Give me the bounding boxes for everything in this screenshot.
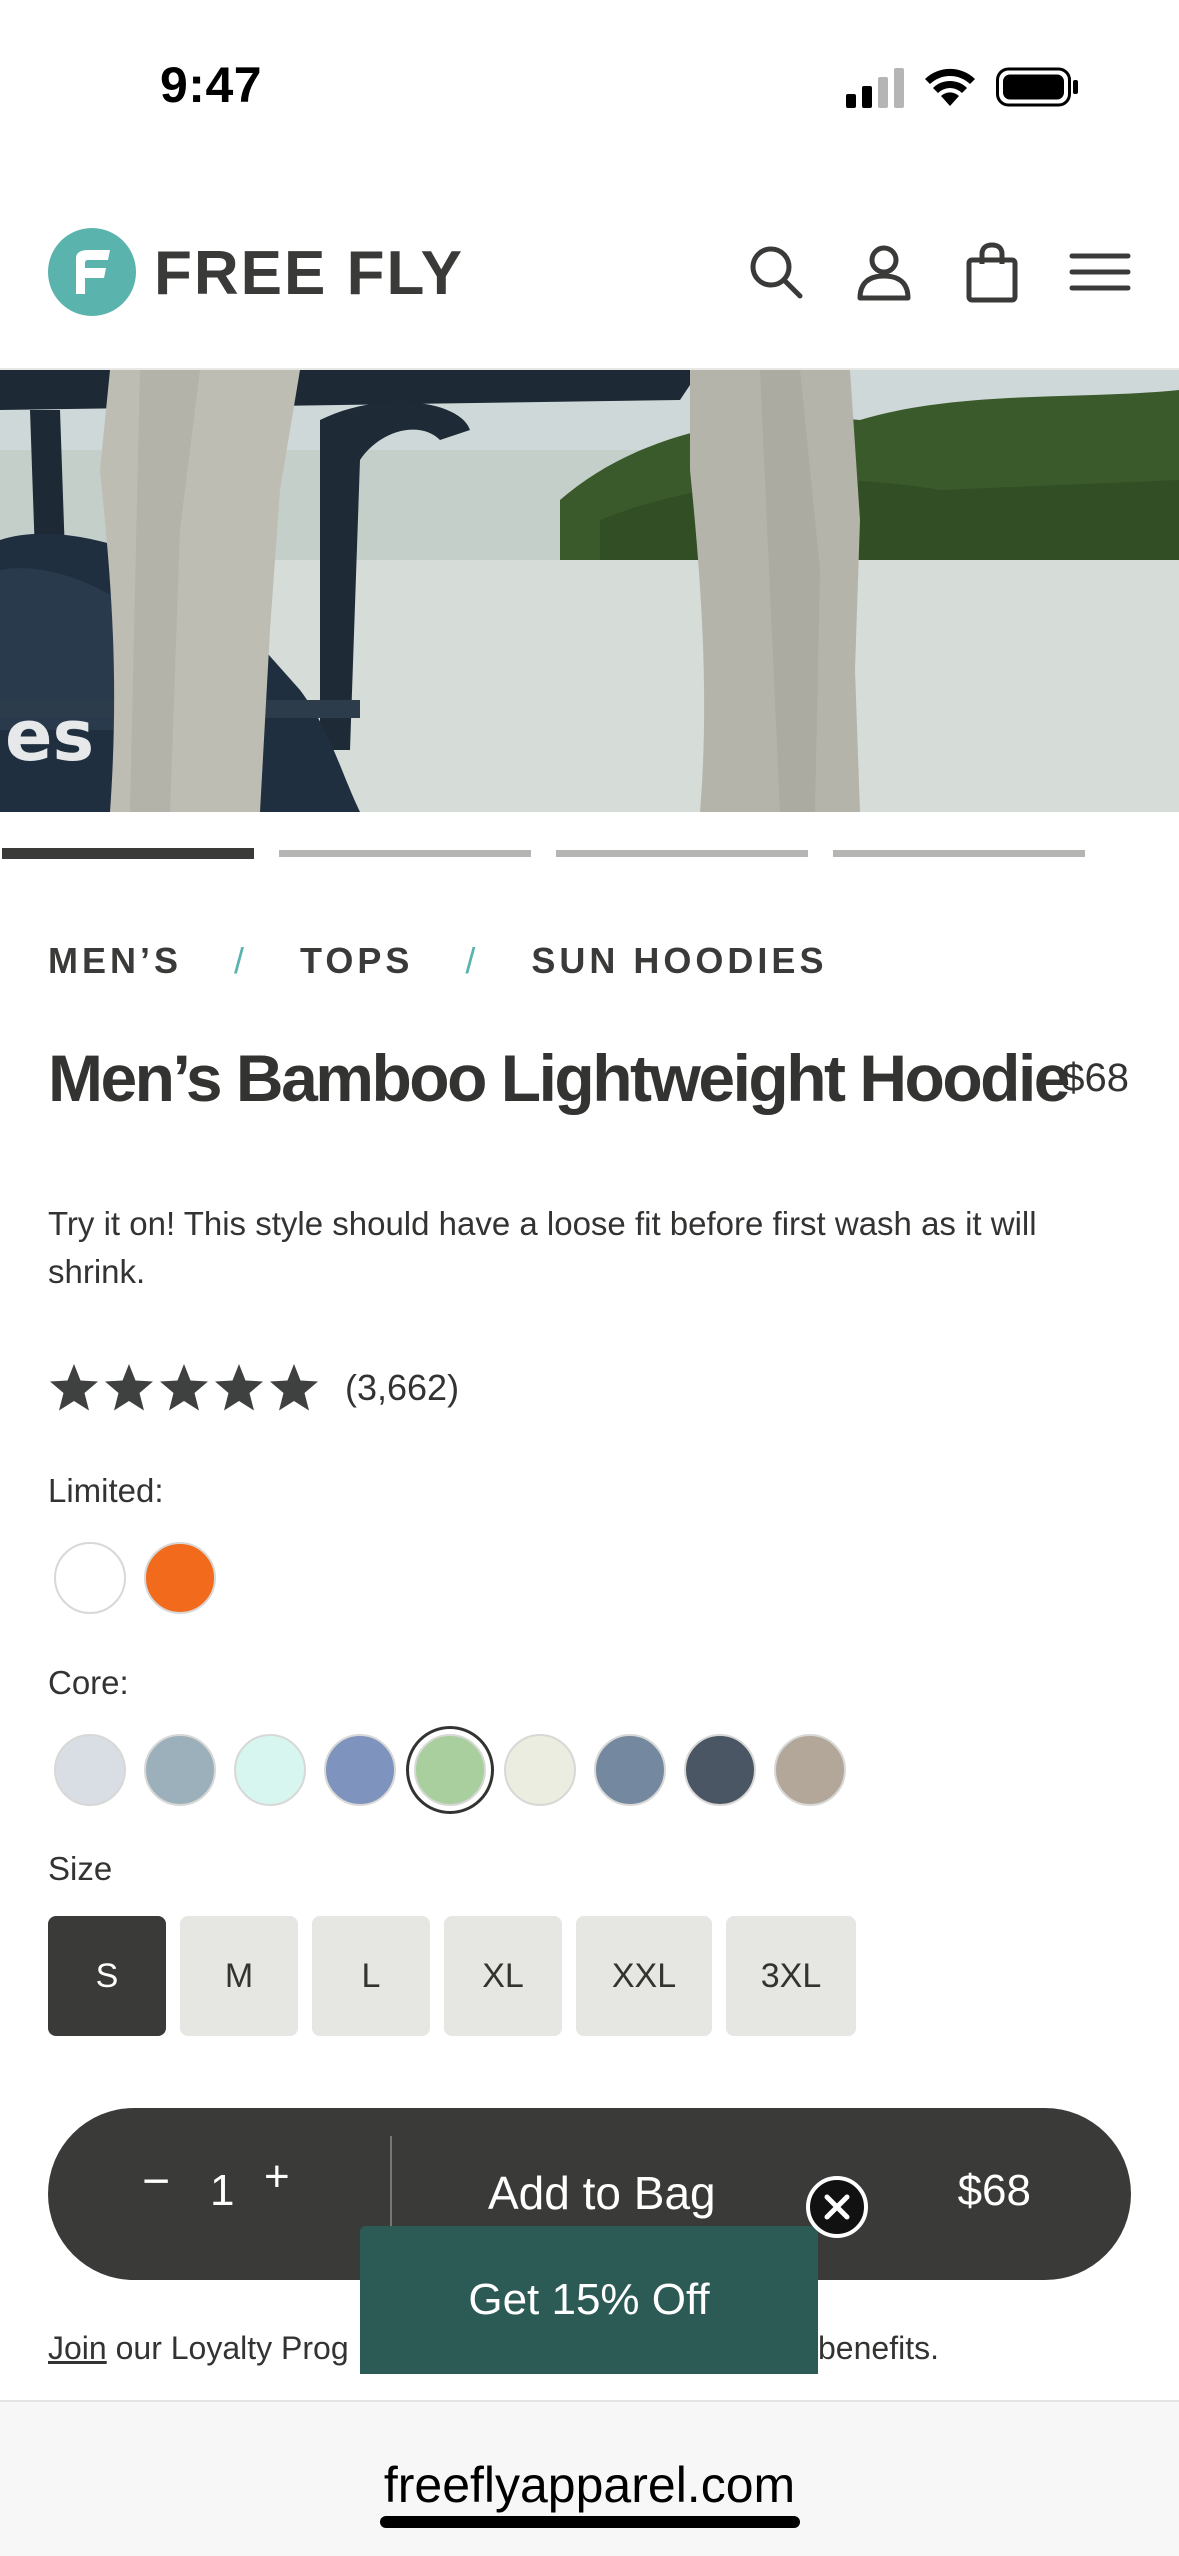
size-label: Size bbox=[48, 1850, 113, 1887]
limited-colors-label: Limited: bbox=[48, 1472, 164, 1509]
carousel-dot-1[interactable] bbox=[2, 848, 254, 859]
product-price: $68 bbox=[1062, 1056, 1129, 1100]
carousel-dot-4[interactable] bbox=[833, 850, 1085, 857]
color-swatch[interactable] bbox=[406, 1726, 494, 1814]
review-count[interactable]: (3,662) bbox=[345, 1367, 459, 1409]
carousel-dot-3[interactable] bbox=[556, 850, 808, 857]
fit-note: Try it on! This style should have a loos… bbox=[48, 1205, 1037, 1290]
loyalty-text-start: our Loyalty Prog bbox=[106, 2330, 349, 2366]
color-swatch[interactable] bbox=[504, 1734, 576, 1806]
color-swatch[interactable] bbox=[234, 1734, 306, 1806]
wifi-icon bbox=[925, 68, 975, 106]
status-time: 9:47 bbox=[160, 57, 263, 113]
home-indicator[interactable] bbox=[380, 2516, 800, 2528]
url-text[interactable]: freeflyapparel.com bbox=[0, 2456, 1179, 2514]
browser-address-bar[interactable]: freeflyapparel.com bbox=[0, 2400, 1179, 2556]
breadcrumb-mens[interactable]: MEN’S bbox=[48, 940, 182, 982]
size-option-m[interactable]: M bbox=[180, 1916, 298, 2036]
product-photo: es bbox=[0, 370, 1179, 812]
brand-name[interactable]: FREE FLY bbox=[154, 238, 464, 309]
star-icon bbox=[270, 1364, 318, 1411]
breadcrumb-tops[interactable]: TOPS bbox=[300, 940, 413, 982]
quantity-increase-button[interactable]: + bbox=[264, 2152, 290, 2202]
size-option-s[interactable]: S bbox=[48, 1916, 166, 2036]
color-swatch[interactable] bbox=[144, 1542, 216, 1614]
color-swatch[interactable] bbox=[774, 1734, 846, 1806]
color-swatch[interactable] bbox=[324, 1734, 396, 1806]
close-promo-button[interactable] bbox=[806, 2176, 868, 2238]
size-option-l[interactable]: L bbox=[312, 1916, 430, 2036]
menu-icon[interactable] bbox=[1068, 240, 1132, 304]
product-title: Men’s Bamboo Lightweight Hoodie bbox=[48, 1041, 1071, 1115]
loyalty-text: Join our Loyalty Prog bbox=[48, 2330, 349, 2367]
discount-promo-button[interactable]: Get 15% Off bbox=[360, 2226, 818, 2374]
rating[interactable]: (3,662) bbox=[48, 1358, 459, 1418]
promo-label: Get 15% Off bbox=[468, 2275, 710, 2324]
shopping-bag-icon[interactable] bbox=[960, 240, 1024, 304]
search-icon[interactable] bbox=[744, 240, 808, 304]
breadcrumb-separator: / bbox=[234, 940, 249, 981]
quantity-value: 1 bbox=[210, 2166, 235, 2215]
status-bar: 9:47 bbox=[0, 0, 1179, 150]
core-colors-label: Core: bbox=[48, 1664, 129, 1701]
cellular-signal-icon bbox=[846, 68, 904, 108]
star-icon bbox=[105, 1364, 153, 1411]
carousel-dot-2[interactable] bbox=[279, 850, 531, 857]
color-swatch[interactable] bbox=[54, 1542, 126, 1614]
battery-icon bbox=[996, 67, 1078, 107]
close-icon bbox=[824, 2194, 850, 2220]
carousel-indicators bbox=[2, 848, 1179, 860]
loyalty-text-end: benefits. bbox=[818, 2330, 939, 2366]
color-swatch[interactable] bbox=[594, 1734, 666, 1806]
quantity-decrease-button[interactable]: − bbox=[142, 2154, 170, 2209]
product-image[interactable]: es bbox=[0, 370, 1179, 812]
color-swatch[interactable] bbox=[54, 1734, 126, 1806]
join-loyalty-link[interactable]: Join bbox=[48, 2330, 107, 2366]
size-option-xl[interactable]: XL bbox=[444, 1916, 562, 2036]
add-to-bag-price: $68 bbox=[957, 2166, 1031, 2215]
star-icon bbox=[50, 1364, 98, 1411]
color-swatch[interactable] bbox=[144, 1734, 216, 1806]
size-option-xxl[interactable]: XXL bbox=[576, 1916, 712, 2036]
account-icon[interactable] bbox=[852, 240, 916, 304]
breadcrumb-sun-hoodies[interactable]: SUN HOODIES bbox=[531, 940, 827, 982]
breadcrumb: MEN’S / TOPS / SUN HOODIES bbox=[48, 940, 827, 982]
breadcrumb-separator: / bbox=[465, 940, 480, 981]
site-header: FREE FLY bbox=[0, 200, 1179, 370]
brand-logo-icon[interactable] bbox=[48, 228, 136, 316]
size-option-3xl[interactable]: 3XL bbox=[726, 1916, 856, 2036]
star-icon bbox=[160, 1364, 208, 1411]
color-swatch[interactable] bbox=[684, 1734, 756, 1806]
star-icon bbox=[215, 1364, 263, 1411]
add-to-bag-button[interactable]: Add to Bag bbox=[488, 2166, 716, 2220]
